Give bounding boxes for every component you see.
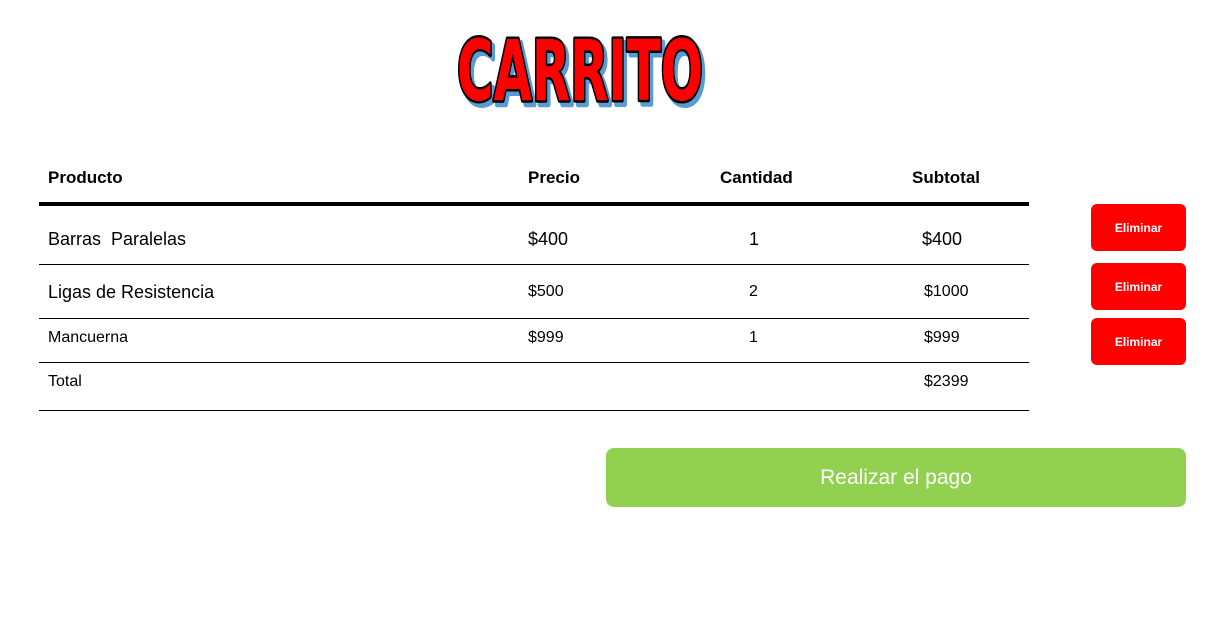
product-name: Barras Paralelas — [48, 229, 187, 249]
column-header-subtotal: Subtotal — [912, 168, 980, 187]
cart-title-graphic: CARRITO CARRITO — [455, 22, 710, 118]
delete-button-ligas-de-resistencia[interactable]: Eliminar — [1091, 263, 1186, 310]
total-row: Total $2399 — [39, 363, 1029, 411]
product-quantity: 1 — [749, 329, 758, 346]
total-value: $2399 — [924, 373, 969, 390]
product-price: $400 — [528, 229, 569, 249]
cart-title-logo: CARRITO CARRITO — [450, 22, 720, 118]
product-price: $500 — [528, 283, 564, 300]
delete-button-mancuerna[interactable]: Eliminar — [1091, 318, 1186, 365]
product-subtotal: $999 — [924, 329, 960, 346]
checkout-button[interactable]: Realizar el pago — [606, 448, 1186, 507]
product-subtotal: $400 — [922, 229, 963, 249]
product-quantity: 1 — [749, 229, 760, 249]
table-row: Ligas de Resistencia $500 2 $1000 — [39, 265, 1029, 319]
table-row: Barras Paralelas $400 1 $400 — [39, 206, 1029, 265]
page-title: CARRITO — [457, 22, 703, 118]
product-name: Ligas de Resistencia — [48, 282, 215, 302]
table-row: Mancuerna $999 1 $999 — [39, 319, 1029, 363]
column-header-product: Producto — [48, 168, 123, 187]
product-quantity: 2 — [749, 283, 758, 300]
cart-table: Producto Precio Cantidad Subtotal Barras… — [39, 155, 1029, 411]
table-header: Producto Precio Cantidad Subtotal — [39, 155, 1029, 206]
column-header-quantity: Cantidad — [720, 168, 793, 187]
column-header-price: Precio — [528, 168, 580, 187]
product-subtotal: $1000 — [924, 283, 969, 300]
product-name: Mancuerna — [48, 329, 129, 346]
product-price: $999 — [528, 329, 564, 346]
total-label: Total — [48, 373, 82, 390]
delete-button-barras-paralelas[interactable]: Eliminar — [1091, 204, 1186, 251]
